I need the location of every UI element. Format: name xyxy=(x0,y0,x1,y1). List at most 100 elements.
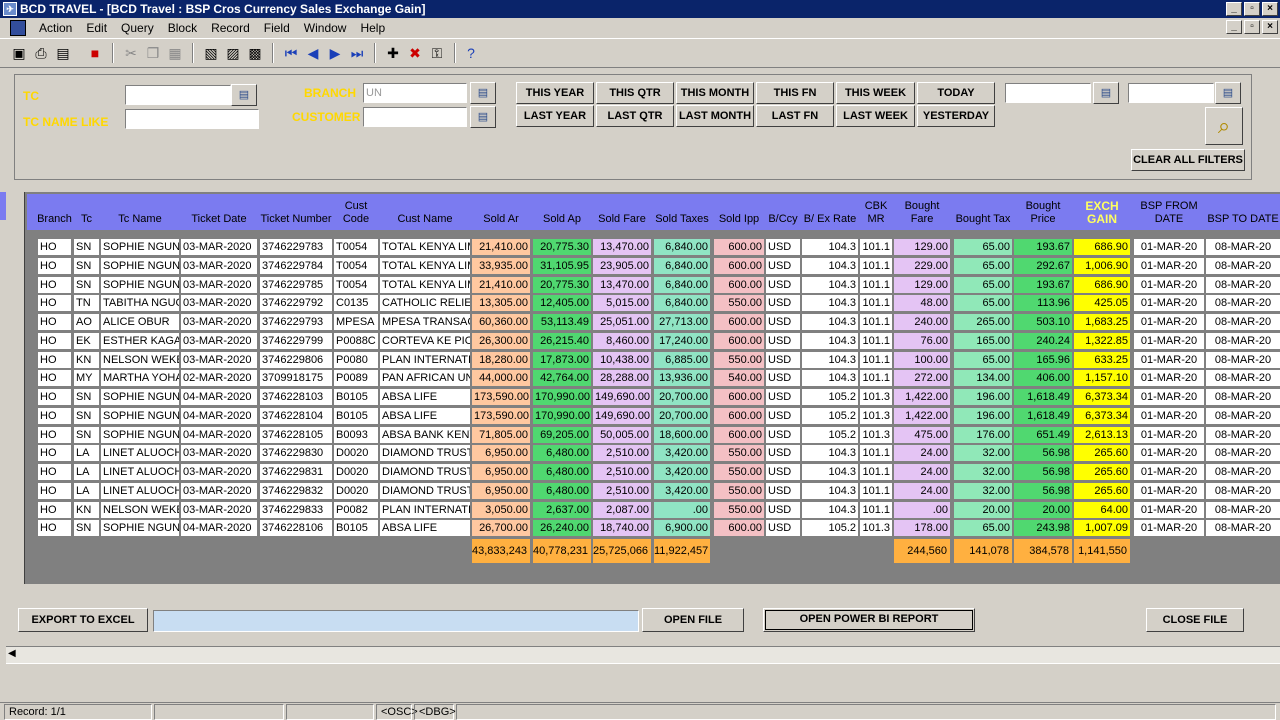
cell-exch-gain[interactable]: 686.90 xyxy=(1073,275,1131,294)
cell-bought-fare[interactable]: 229.00 xyxy=(893,256,951,275)
cell-branch[interactable]: HO xyxy=(37,331,72,350)
cell-bought-tax[interactable]: 65.00 xyxy=(953,350,1013,369)
cell-sold-taxes[interactable]: 20,700.00 xyxy=(653,406,711,425)
cell-branch[interactable]: HO xyxy=(37,313,72,331)
cell-ticket-date[interactable]: 04-MAR-2020 xyxy=(180,388,258,406)
cell-ticket-number[interactable]: 3746229784 xyxy=(259,256,333,275)
cell-bought-price[interactable]: 56.98 xyxy=(1013,444,1073,463)
cell-bought-fare[interactable]: 475.00 xyxy=(893,425,951,444)
cell-sold-ap[interactable]: 170,990.00 xyxy=(532,388,592,406)
cell-bought-fare[interactable]: 24.00 xyxy=(893,481,951,500)
cell-b-ccy[interactable]: USD xyxy=(765,350,801,369)
cell-cust-name[interactable]: PLAN INTERNATIO xyxy=(379,500,471,519)
enter-query-icon[interactable]: ▧ xyxy=(202,44,220,62)
cell-sold-fare[interactable]: 13,470.00 xyxy=(592,275,652,294)
today-button[interactable]: TODAY xyxy=(917,82,995,104)
cell-bsp-to-date[interactable]: 08-MAR-20 xyxy=(1205,313,1280,331)
cell-bought-price[interactable]: 503.10 xyxy=(1013,313,1073,331)
cell-tc-name[interactable]: SOPHIE NGUNJI xyxy=(100,406,180,425)
cell-branch[interactable]: HO xyxy=(37,369,72,388)
cell-exch-gain[interactable]: 633.25 xyxy=(1073,350,1131,369)
cell-bought-tax[interactable]: 65.00 xyxy=(953,519,1013,538)
cell-tc[interactable]: SN xyxy=(73,425,100,444)
cell-sold-taxes[interactable]: 20,700.00 xyxy=(653,388,711,406)
cell-cust-name[interactable]: CATHOLIC RELIEF xyxy=(379,294,471,313)
cell-sold-ipp[interactable]: 600.00 xyxy=(713,331,765,350)
cell-tc-name[interactable]: SOPHIE NGUNJI xyxy=(100,275,180,294)
cell-bsp-from-date[interactable]: 01-MAR-20 xyxy=(1133,350,1205,369)
close-window-button[interactable]: × xyxy=(1262,2,1278,16)
cell-tc[interactable]: SN xyxy=(73,519,100,538)
cell-cust-code[interactable]: B0105 xyxy=(333,406,379,425)
cell-cust-code[interactable]: D0020 xyxy=(333,481,379,500)
cell-tc-name[interactable]: SOPHIE NGUNJI xyxy=(100,256,180,275)
cell-b-ex-rate[interactable]: 104.3 xyxy=(801,238,859,256)
cell-cust-name[interactable]: PAN AFRICAN UNI xyxy=(379,369,471,388)
previous-record-icon[interactable]: ◀ xyxy=(304,44,322,62)
cell-b-ex-rate[interactable]: 104.3 xyxy=(801,500,859,519)
cell-branch[interactable]: HO xyxy=(37,294,72,313)
cell-exch-gain[interactable]: 686.90 xyxy=(1073,238,1131,256)
cell-branch[interactable]: HO xyxy=(37,481,72,500)
cell-bsp-from-date[interactable]: 01-MAR-20 xyxy=(1133,275,1205,294)
paste-icon[interactable]: ▦ xyxy=(166,44,184,62)
cell-cust-code[interactable]: P0082 xyxy=(333,500,379,519)
last-fn-button[interactable]: LAST FN xyxy=(756,105,834,127)
cell-ticket-number[interactable]: 3709918175 xyxy=(259,369,333,388)
cell-bsp-from-date[interactable]: 01-MAR-20 xyxy=(1133,481,1205,500)
cell-ticket-date[interactable]: 03-MAR-2020 xyxy=(180,238,258,256)
cell-sold-ar[interactable]: 33,935.00 xyxy=(471,256,531,275)
cell-tc[interactable]: AO xyxy=(73,313,100,331)
cell-exch-gain[interactable]: 425.05 xyxy=(1073,294,1131,313)
cell-cbk-mr[interactable]: 101.1 xyxy=(859,256,893,275)
cell-bought-tax[interactable]: 65.00 xyxy=(953,294,1013,313)
cell-b-ex-rate[interactable]: 105.2 xyxy=(801,425,859,444)
cell-ticket-number[interactable]: 3746229806 xyxy=(259,350,333,369)
cell-cust-code[interactable]: B0105 xyxy=(333,519,379,538)
print-setup-icon[interactable]: ▤ xyxy=(54,44,72,62)
cell-cust-name[interactable]: ABSA LIFE xyxy=(379,519,471,538)
mdi-restore-button[interactable]: ▫ xyxy=(1244,20,1260,34)
cell-cust-code[interactable]: D0020 xyxy=(333,463,379,481)
cell-b-ex-rate[interactable]: 105.2 xyxy=(801,388,859,406)
cell-sold-ar[interactable]: 6,950.00 xyxy=(471,444,531,463)
cell-bsp-to-date[interactable]: 08-MAR-20 xyxy=(1205,519,1280,538)
close-file-button[interactable]: CLOSE FILE xyxy=(1146,608,1244,632)
cell-bsp-from-date[interactable]: 01-MAR-20 xyxy=(1133,313,1205,331)
cell-branch[interactable]: HO xyxy=(37,388,72,406)
cell-tc[interactable]: LA xyxy=(73,481,100,500)
cell-bsp-to-date[interactable]: 08-MAR-20 xyxy=(1205,406,1280,425)
cell-bought-tax[interactable]: 20.00 xyxy=(953,500,1013,519)
cell-bsp-to-date[interactable]: 08-MAR-20 xyxy=(1205,463,1280,481)
cell-bsp-to-date[interactable]: 08-MAR-20 xyxy=(1205,388,1280,406)
cell-bought-price[interactable]: 193.67 xyxy=(1013,275,1073,294)
cell-ticket-number[interactable]: 3746228104 xyxy=(259,406,333,425)
cell-bought-tax[interactable]: 176.00 xyxy=(953,425,1013,444)
date-to-calendar-button[interactable]: ▤ xyxy=(1215,82,1241,104)
last-week-button[interactable]: LAST WEEK xyxy=(836,105,915,127)
cell-bsp-from-date[interactable]: 01-MAR-20 xyxy=(1133,369,1205,388)
cell-bought-tax[interactable]: 32.00 xyxy=(953,444,1013,463)
save-icon[interactable]: ▣ xyxy=(10,44,28,62)
cell-sold-taxes[interactable]: 3,420.00 xyxy=(653,481,711,500)
cell-sold-ap[interactable]: 26,240.00 xyxy=(532,519,592,538)
cell-sold-fare[interactable]: 5,015.00 xyxy=(592,294,652,313)
first-record-icon[interactable]: ⏮ xyxy=(282,44,300,62)
cell-sold-taxes[interactable]: 13,936.00 xyxy=(653,369,711,388)
cell-bought-fare[interactable]: 76.00 xyxy=(893,331,951,350)
cell-tc-name[interactable]: ALICE OBUR xyxy=(100,313,180,331)
this-qtr-button[interactable]: THIS QTR xyxy=(596,82,674,104)
cell-cust-code[interactable]: B0105 xyxy=(333,388,379,406)
cell-bought-price[interactable]: 292.67 xyxy=(1013,256,1073,275)
cell-sold-ap[interactable]: 17,873.00 xyxy=(532,350,592,369)
cell-cbk-mr[interactable]: 101.1 xyxy=(859,481,893,500)
cell-branch[interactable]: HO xyxy=(37,275,72,294)
cell-bought-price[interactable]: 1,618.49 xyxy=(1013,388,1073,406)
cell-ticket-number[interactable]: 3746228105 xyxy=(259,425,333,444)
cell-branch[interactable]: HO xyxy=(37,238,72,256)
cell-sold-ap[interactable]: 2,637.00 xyxy=(532,500,592,519)
cell-cbk-mr[interactable]: 101.1 xyxy=(859,444,893,463)
print-icon[interactable]: ⎙ xyxy=(32,44,50,62)
cell-branch[interactable]: HO xyxy=(37,256,72,275)
cell-sold-ipp[interactable]: 600.00 xyxy=(713,425,765,444)
